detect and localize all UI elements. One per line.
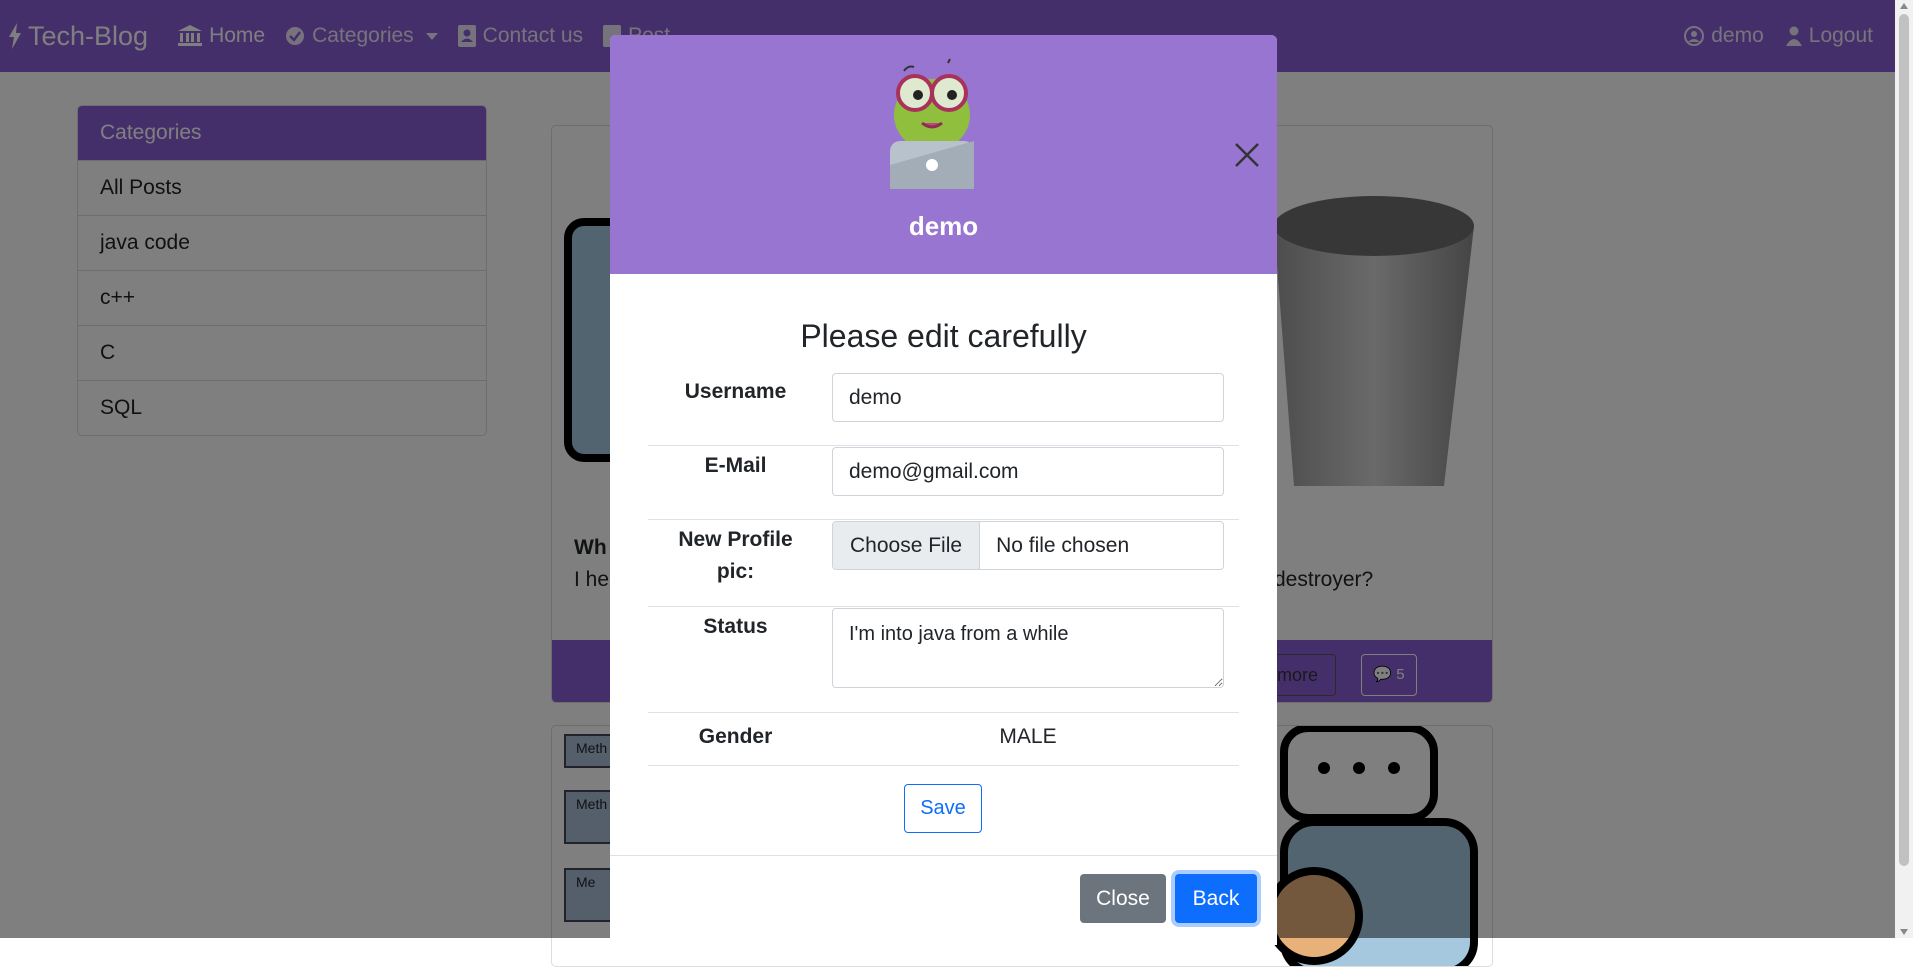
profile-pic-label-line2: pic: <box>716 560 755 583</box>
save-button[interactable]: Save <box>904 784 982 833</box>
status-label: Status <box>703 615 768 638</box>
modal-header: demo <box>610 35 1277 274</box>
email-input[interactable] <box>832 447 1224 496</box>
profile-avatar-icon <box>890 58 974 189</box>
username-input[interactable] <box>832 373 1224 422</box>
close-button[interactable]: Close <box>1080 874 1166 923</box>
profile-pic-label-line1: New Profile <box>678 528 793 551</box>
modal-footer: Close Back <box>610 855 1277 945</box>
modal-username: demo <box>908 211 979 241</box>
form-title: Please edit carefully <box>800 318 1087 354</box>
scrollbar-thumb[interactable] <box>1899 14 1909 866</box>
email-row: E-Mail <box>648 446 1239 520</box>
profile-pic-row: New Profile pic: Choose File No file cho… <box>648 520 1239 607</box>
username-row: Username <box>648 372 1239 446</box>
scroll-down-icon[interactable] <box>1900 929 1908 935</box>
scrollbar[interactable] <box>1895 0 1913 938</box>
choose-file-button[interactable]: Choose File <box>833 522 981 569</box>
gender-value: MALE <box>999 725 1057 748</box>
profile-edit-modal: demo Please edit carefully Username E-Ma… <box>610 35 1277 945</box>
file-status: No file chosen <box>996 533 1130 557</box>
scroll-up-icon[interactable] <box>1900 3 1908 9</box>
back-button[interactable]: Back <box>1175 874 1257 923</box>
gender-row: Gender MALE <box>648 713 1239 766</box>
close-icon[interactable] <box>1232 140 1262 170</box>
profile-pic-file-input[interactable]: Choose File No file chosen <box>832 521 1224 570</box>
gender-label: Gender <box>698 725 773 748</box>
status-row: Status I'm into java from a while <box>648 607 1239 713</box>
email-label: E-Mail <box>704 454 767 477</box>
status-textarea[interactable]: I'm into java from a while <box>832 608 1224 688</box>
profile-pic-label: New Profile pic: <box>648 524 823 588</box>
username-label: Username <box>684 380 787 403</box>
